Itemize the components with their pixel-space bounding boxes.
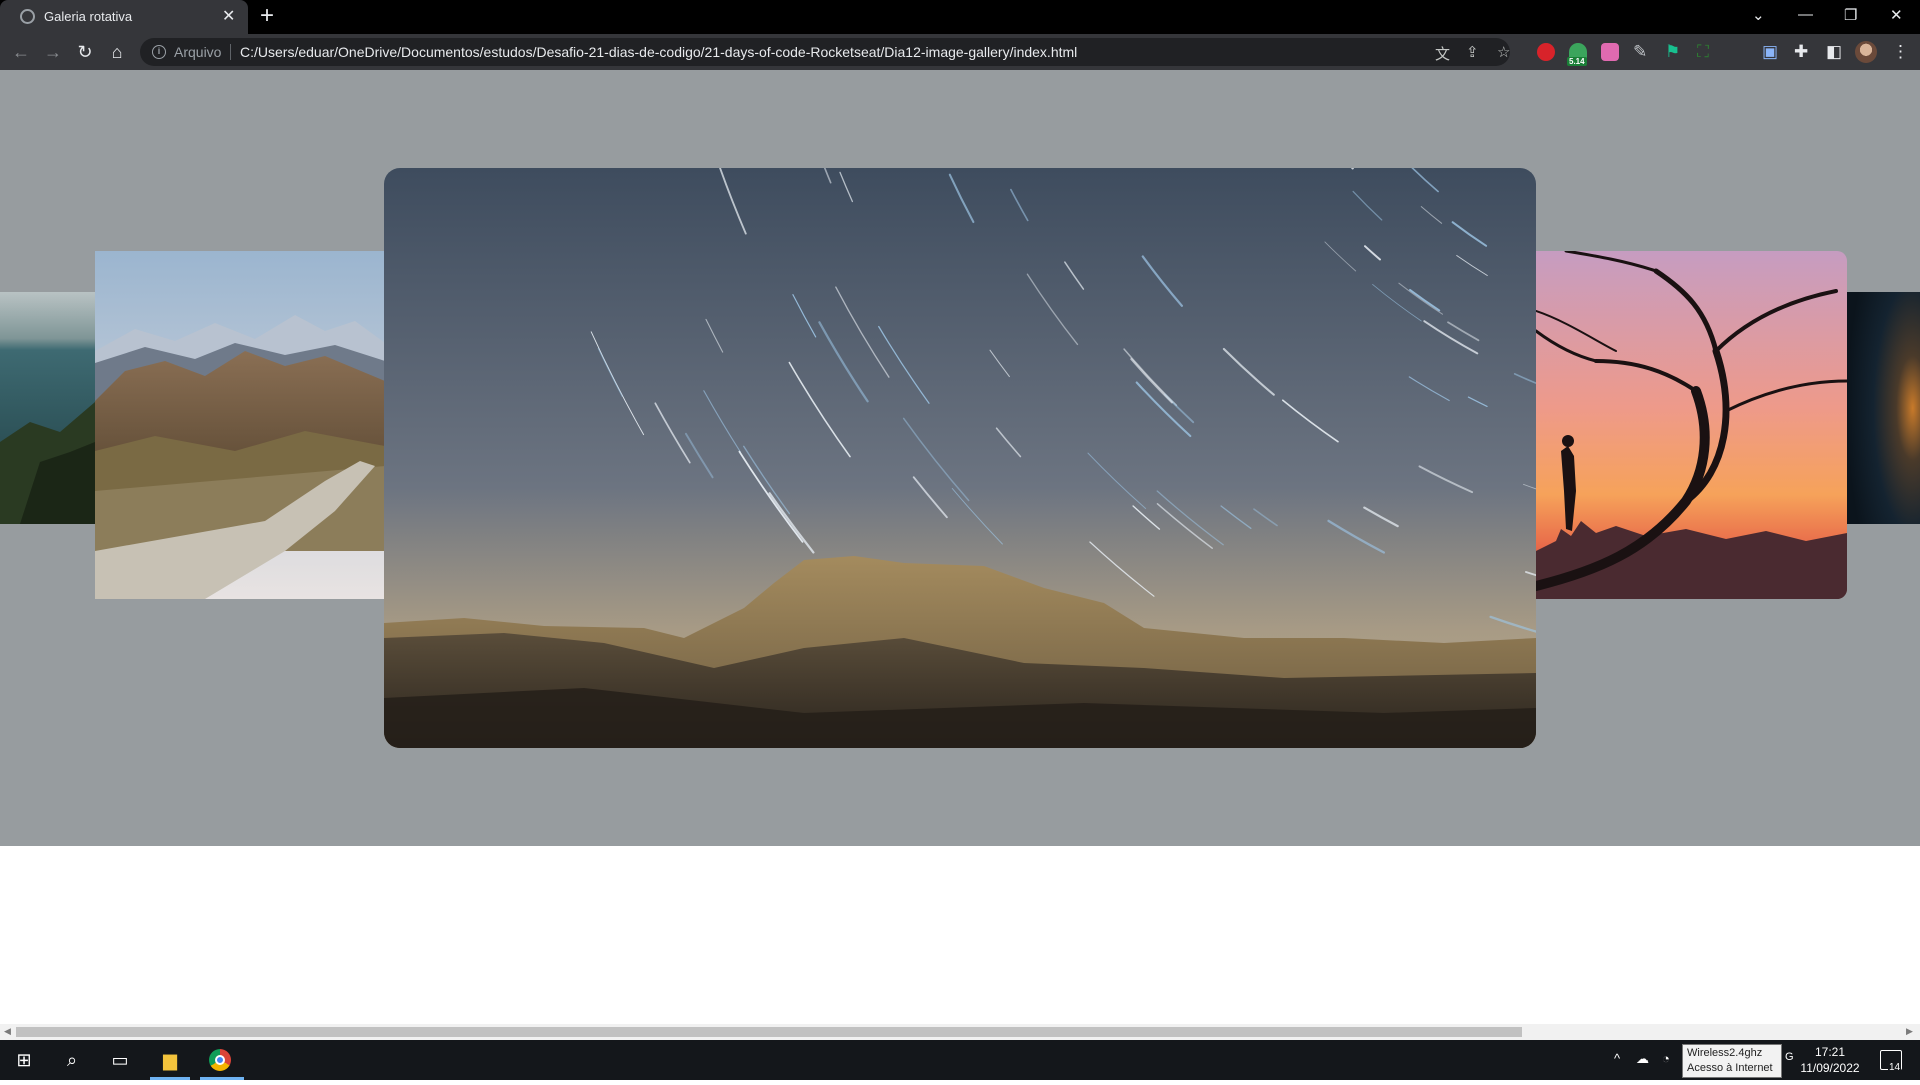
extension-camera-icon[interactable]: ▣ xyxy=(1762,42,1778,62)
windows-start-icon[interactable]: ⊞ xyxy=(0,1040,48,1080)
page-blank-area xyxy=(0,846,1920,1024)
gallery-slide-ocean-cliffs[interactable] xyxy=(0,292,95,524)
windows-taskbar: ⊞ ⌕ ▭ ▆ ^ ☁ ◔ G xyxy=(0,1040,1920,1080)
gallery-slide-tree-sunset[interactable] xyxy=(1536,251,1847,599)
clock-date: 11/09/2022 xyxy=(1795,1060,1865,1076)
close-window-button[interactable]: ✕ xyxy=(1890,6,1903,24)
tab-galeria-rotativa[interactable]: Galeria rotativa ✕ xyxy=(0,0,248,34)
back-icon[interactable]: ← xyxy=(9,40,33,64)
file-explorer-icon[interactable]: ▆ xyxy=(146,1040,194,1080)
notification-count: 14 xyxy=(1888,1062,1901,1073)
tray-hidden-label: G xyxy=(1785,1051,1794,1063)
tray-chevron-up-icon[interactable]: ^ xyxy=(1614,1051,1620,1066)
reload-icon[interactable]: ↻ xyxy=(73,40,97,64)
close-tab-button[interactable]: ✕ xyxy=(222,6,235,26)
clock-time: 17:21 xyxy=(1795,1044,1865,1060)
wifi-tooltip-network: Wireless2.4ghz xyxy=(1687,1046,1777,1061)
tab-search-chevron-icon[interactable]: ⌄ xyxy=(1752,6,1765,24)
address-bar[interactable]: i Arquivo C:/Users/eduar/OneDrive/Docume… xyxy=(140,38,1510,66)
onedrive-cloud-icon[interactable]: ☁ xyxy=(1636,1051,1649,1067)
new-tab-button[interactable]: + xyxy=(260,3,274,29)
browser-toolbar: ← → ↻ ⌂ i Arquivo C:/Users/eduar/OneDriv… xyxy=(0,34,1920,70)
url-text[interactable]: C:/Users/eduar/OneDrive/Documentos/estud… xyxy=(240,44,1077,60)
share-icon[interactable]: ⇪ xyxy=(1466,43,1479,61)
extension-flag-icon[interactable]: ⚑ xyxy=(1665,42,1680,62)
profile-avatar[interactable] xyxy=(1855,41,1877,63)
extension-screenshot-icon[interactable]: ⛶ xyxy=(1697,42,1709,62)
home-icon[interactable]: ⌂ xyxy=(105,40,129,64)
tab-title: Galeria rotativa xyxy=(44,9,132,24)
forward-icon[interactable]: → xyxy=(41,40,65,64)
scroll-left-arrow-icon[interactable]: ◀ xyxy=(4,1026,11,1037)
gallery-page xyxy=(0,70,1920,846)
task-view-icon[interactable]: ▭ xyxy=(96,1040,144,1080)
extension-pen-icon[interactable]: ✎ xyxy=(1633,42,1647,62)
site-info-icon[interactable]: i xyxy=(152,45,166,59)
restore-button[interactable]: ❐ xyxy=(1844,6,1857,24)
extension-badge: 5.14 xyxy=(1567,57,1587,66)
globe-icon xyxy=(20,9,35,24)
extension-red-icon[interactable] xyxy=(1537,43,1555,61)
wifi-tooltip: Wireless2.4ghz Acesso à Internet xyxy=(1682,1044,1782,1078)
extension-pink-icon[interactable] xyxy=(1601,43,1619,61)
gallery-slide-desert-mountains[interactable] xyxy=(95,251,385,599)
chrome-icon[interactable] xyxy=(196,1040,244,1080)
tab-strip: Galeria rotativa ✕ + ⌄ — ❐ ✕ xyxy=(0,0,1920,34)
kebab-menu-icon[interactable]: ⋮ xyxy=(1892,42,1909,62)
horizontal-scrollbar[interactable]: ◀ ▶ xyxy=(0,1024,1920,1040)
translate-icon[interactable]: 文 xyxy=(1435,43,1450,64)
wifi-tooltip-status: Acesso à Internet xyxy=(1687,1061,1777,1076)
scroll-right-arrow-icon[interactable]: ▶ xyxy=(1906,1026,1913,1037)
omnibox-divider xyxy=(230,44,231,60)
url-scheme-label: Arquivo xyxy=(174,44,221,60)
scrollbar-thumb[interactable] xyxy=(16,1027,1522,1037)
chrome-logo-icon xyxy=(209,1049,231,1071)
gallery-slide-star-trails-active[interactable] xyxy=(384,168,1536,748)
extensions-puzzle-icon[interactable]: ✚ xyxy=(1794,42,1808,62)
bookmark-star-icon[interactable]: ☆ xyxy=(1497,43,1510,61)
gallery-slide-dark-cave[interactable] xyxy=(1847,292,1920,524)
search-icon[interactable]: ⌕ xyxy=(48,1040,96,1080)
wifi-icon[interactable]: ◔ xyxy=(1662,1051,1670,1066)
minimize-button[interactable]: — xyxy=(1798,6,1813,23)
taskbar-clock[interactable]: 17:21 11/09/2022 xyxy=(1795,1044,1865,1076)
side-panel-icon[interactable]: ◧ xyxy=(1826,42,1842,62)
